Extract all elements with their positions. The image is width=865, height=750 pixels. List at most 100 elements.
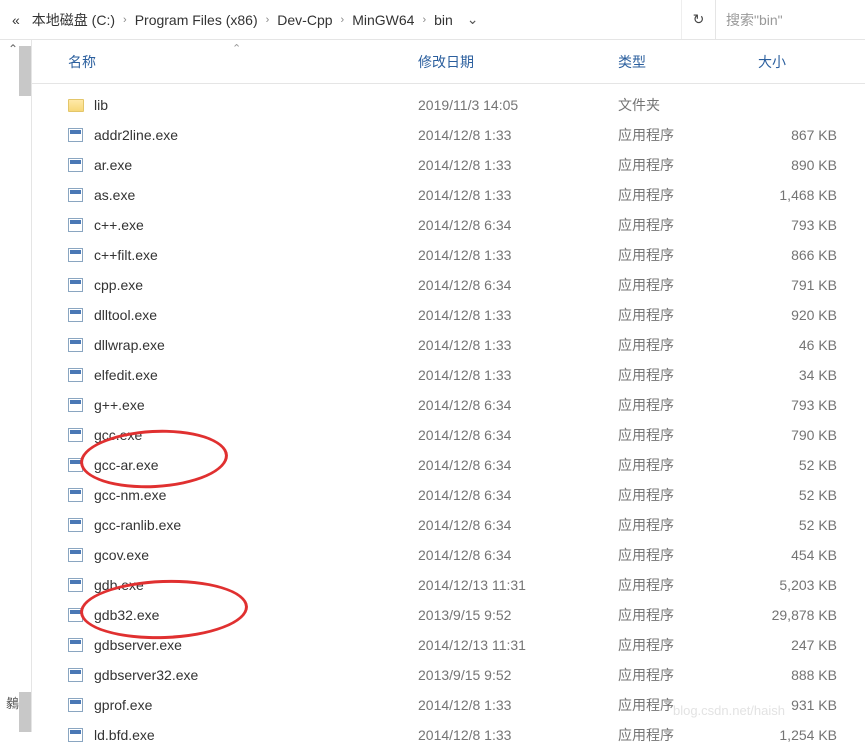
file-row[interactable]: gcc-nm.exe2014/12/8 6:34应用程序52 KB [32,480,865,510]
file-date: 2014/12/8 1:33 [418,727,618,743]
chevron-right-icon: › [121,14,129,26]
refresh-button[interactable]: ↻ [681,0,715,39]
file-size: 52 KB [758,457,865,473]
file-size: 791 KB [758,277,865,293]
file-row[interactable]: gcc-ranlib.exe2014/12/8 6:34应用程序52 KB [32,510,865,540]
application-icon [68,158,86,172]
file-date: 2013/9/15 9:52 [418,667,618,683]
file-row[interactable]: c++filt.exe2014/12/8 1:33应用程序866 KB [32,240,865,270]
file-name: dlltool.exe [94,307,418,323]
file-name: gcc-nm.exe [94,487,418,503]
file-date: 2014/12/8 6:34 [418,487,618,503]
address-toolbar: « 本地磁盘 (C:) › Program Files (x86) › Dev-… [0,0,865,40]
chevron-down-icon[interactable]: ⌄ [459,11,487,28]
application-icon [68,308,86,322]
file-date: 2014/12/8 6:34 [418,397,618,413]
file-size: 890 KB [758,157,865,173]
file-row[interactable]: gcc-ar.exe2014/12/8 6:34应用程序52 KB [32,450,865,480]
file-name: ar.exe [94,157,418,173]
file-name: ld.bfd.exe [94,727,418,743]
file-row[interactable]: as.exe2014/12/8 1:33应用程序1,468 KB [32,180,865,210]
file-size: 52 KB [758,487,865,503]
file-name: gdb32.exe [94,607,418,623]
column-header-date[interactable]: 修改日期 [418,52,618,72]
column-header-type[interactable]: 类型 [618,52,758,72]
file-name: gcc-ar.exe [94,457,418,473]
file-list: lib2019/11/3 14:05文件夹addr2line.exe2014/1… [32,84,865,750]
file-type: 应用程序 [618,665,758,685]
application-icon [68,188,86,202]
application-icon [68,578,86,592]
file-date: 2013/9/15 9:52 [418,607,618,623]
refresh-icon: ↻ [693,11,705,28]
column-headers: 名称 修改日期 类型 大小 [32,40,865,84]
file-type: 应用程序 [618,155,758,175]
file-row[interactable]: elfedit.exe2014/12/8 1:33应用程序34 KB [32,360,865,390]
file-row[interactable]: gdb32.exe2013/9/15 9:52应用程序29,878 KB [32,600,865,630]
file-name: elfedit.exe [94,367,418,383]
file-row[interactable]: ld.bfd.exe2014/12/8 1:33应用程序1,254 KB [32,720,865,750]
file-name: gdb.exe [94,577,418,593]
file-row[interactable]: c++.exe2014/12/8 6:34应用程序793 KB [32,210,865,240]
file-row[interactable]: gdbserver.exe2014/12/13 11:31应用程序247 KB [32,630,865,660]
file-type: 应用程序 [618,515,758,535]
application-icon [68,668,86,682]
breadcrumb-item[interactable]: 本地磁盘 (C:) [26,10,121,30]
file-size: 790 KB [758,427,865,443]
breadcrumb-truncate[interactable]: « [6,12,26,28]
file-date: 2014/12/8 1:33 [418,307,618,323]
file-type: 应用程序 [618,575,758,595]
breadcrumb-item[interactable]: MinGW64 [346,12,420,28]
application-icon [68,338,86,352]
file-name: addr2line.exe [94,127,418,143]
file-name: cpp.exe [94,277,418,293]
tree-scrollbar-thumb[interactable] [19,46,31,96]
tree-scrollbar-thumb[interactable] [19,692,31,732]
file-type: 应用程序 [618,605,758,625]
application-icon [68,728,86,742]
column-header-size[interactable]: 大小 [758,52,865,72]
file-size: 1,254 KB [758,727,865,743]
file-size: 46 KB [758,337,865,353]
file-size: 29,878 KB [758,607,865,623]
file-name: gdbserver.exe [94,637,418,653]
file-size: 247 KB [758,637,865,653]
application-icon [68,368,86,382]
tree-node-glyph[interactable]: 鶨 [6,693,19,712]
file-row[interactable]: gdbserver32.exe2013/9/15 9:52应用程序888 KB [32,660,865,690]
file-row[interactable]: gdb.exe2014/12/13 11:31应用程序5,203 KB [32,570,865,600]
nav-tree-gutter: ⌃ 鶨 [0,40,32,732]
sort-ascending-icon: ⌃ [232,42,241,55]
breadcrumb[interactable]: « 本地磁盘 (C:) › Program Files (x86) › Dev-… [0,0,681,39]
file-date: 2019/11/3 14:05 [418,97,618,113]
search-input[interactable]: 搜索"bin" [715,0,865,39]
file-name: dllwrap.exe [94,337,418,353]
file-row[interactable]: gcc.exe2014/12/8 6:34应用程序790 KB [32,420,865,450]
file-type: 文件夹 [618,95,758,115]
breadcrumb-item[interactable]: Program Files (x86) [129,12,264,28]
file-row[interactable]: lib2019/11/3 14:05文件夹 [32,90,865,120]
file-row[interactable]: g++.exe2014/12/8 6:34应用程序793 KB [32,390,865,420]
column-header-name[interactable]: 名称 [68,52,418,72]
application-icon [68,428,86,442]
file-row[interactable]: dllwrap.exe2014/12/8 1:33应用程序46 KB [32,330,865,360]
file-row[interactable]: gprof.exe2014/12/8 1:33应用程序931 KB [32,690,865,720]
breadcrumb-item[interactable]: bin [428,12,459,28]
breadcrumb-item[interactable]: Dev-Cpp [271,12,338,28]
tree-collapse-icon[interactable]: ⌃ [8,42,18,56]
application-icon [68,698,86,712]
file-size: 866 KB [758,247,865,263]
file-list-pane: ⌃ 名称 修改日期 类型 大小 lib2019/11/3 14:05文件夹add… [32,40,865,732]
file-row[interactable]: addr2line.exe2014/12/8 1:33应用程序867 KB [32,120,865,150]
file-row[interactable]: ar.exe2014/12/8 1:33应用程序890 KB [32,150,865,180]
application-icon [68,638,86,652]
file-size: 867 KB [758,127,865,143]
file-size: 888 KB [758,667,865,683]
chevron-right-icon: › [339,14,347,26]
file-row[interactable]: dlltool.exe2014/12/8 1:33应用程序920 KB [32,300,865,330]
file-name: c++filt.exe [94,247,418,263]
file-date: 2014/12/13 11:31 [418,577,618,593]
file-row[interactable]: cpp.exe2014/12/8 6:34应用程序791 KB [32,270,865,300]
file-row[interactable]: gcov.exe2014/12/8 6:34应用程序454 KB [32,540,865,570]
application-icon [68,278,86,292]
